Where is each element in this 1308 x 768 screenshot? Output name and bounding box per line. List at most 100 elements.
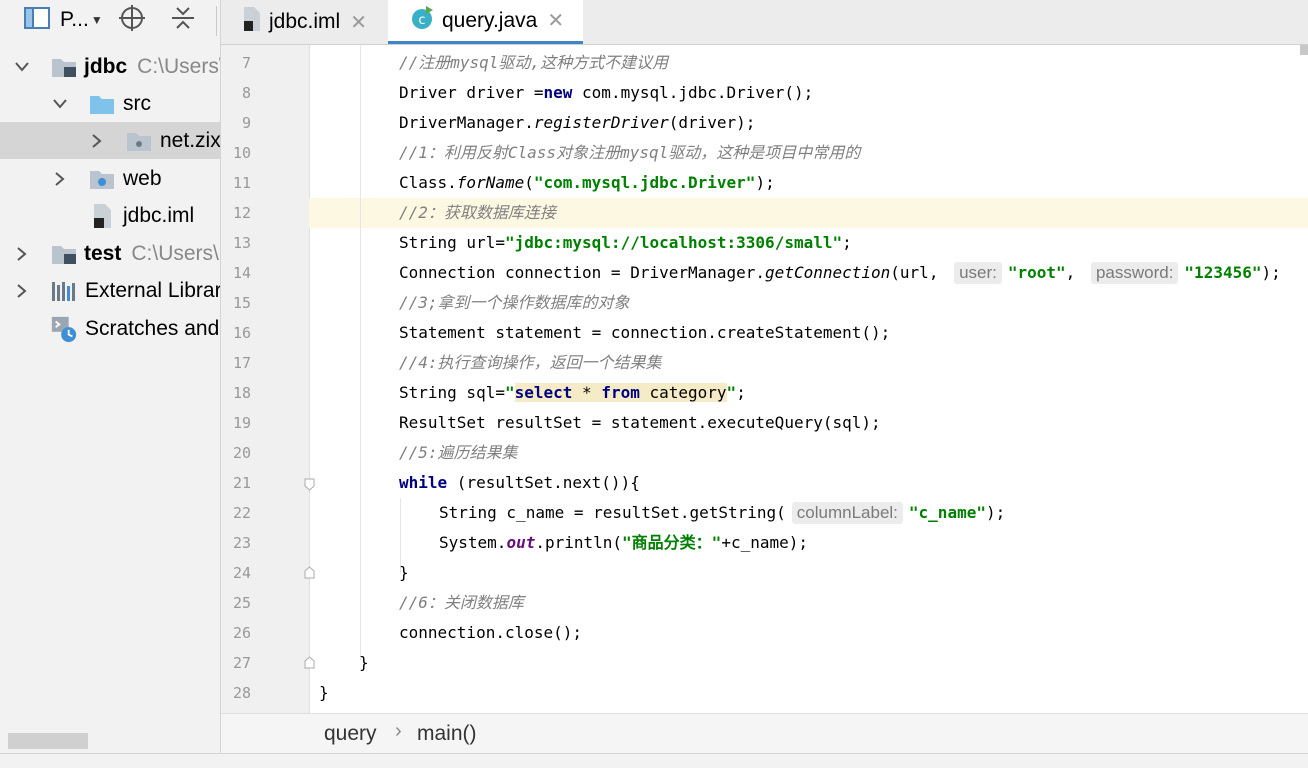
code-line-19: ResultSet resultSet = statement.executeQ…: [399, 413, 881, 432]
line-number: 24: [232, 564, 251, 582]
tree-item-jdbc-iml[interactable]: jdbc.iml: [0, 197, 220, 234]
code-line-8: Driver driver =new com.mysql.jdbc.Driver…: [399, 83, 814, 102]
code-line-27: }: [359, 653, 369, 672]
crosshair-icon: [118, 4, 146, 37]
param-hint-user: user:: [954, 262, 1002, 284]
chevron-right-icon[interactable]: [12, 244, 32, 264]
code-line-22: String c_name = resultSet.getString(colu…: [439, 502, 1006, 524]
line-number: 11: [232, 174, 251, 192]
tree-item-path: C:\Users\: [137, 54, 221, 78]
tree-item-label: web: [123, 166, 162, 190]
status-bar: [0, 753, 1308, 768]
iml-file-icon: [241, 6, 263, 38]
tree-item-test[interactable]: test C:\Users\: [0, 235, 220, 272]
tree-item-label: net.zixue: [160, 128, 221, 152]
line-number: 27: [232, 654, 251, 672]
chevron-down-icon[interactable]: [12, 57, 32, 77]
chevron-right-icon[interactable]: [50, 169, 70, 189]
code-line-7: //注册mysql驱动,这种方式不建议用: [399, 53, 669, 72]
tree-item-web[interactable]: web: [0, 160, 220, 197]
module-folder-icon: [50, 53, 78, 81]
collapse-all-icon: [170, 5, 196, 36]
libraries-icon: [50, 277, 78, 305]
code-line-17: //4:执行查询操作，返回一个结果集: [399, 353, 662, 372]
line-number: 14: [232, 264, 251, 282]
tree-item-net-zixue[interactable]: net.zixue: [0, 122, 220, 159]
param-hint-password: password:: [1090, 262, 1179, 284]
tree-item-src[interactable]: src: [0, 85, 220, 122]
fold-icon[interactable]: [304, 478, 315, 491]
line-number: 12: [232, 204, 251, 222]
line-number: 21: [232, 474, 251, 492]
code-line-14: Connection connection = DriverManager.ge…: [399, 262, 1281, 284]
tree-item-label: jdbc.iml: [123, 203, 195, 227]
breadcrumb: query › main(): [221, 713, 1308, 754]
tree-item-label: Scratches and Consoles: [85, 316, 220, 340]
code-line-18: String sql="select * from category";: [399, 383, 746, 402]
code-line-23: System.out.println("商品分类："+c_name);: [439, 533, 809, 552]
line-number: 22: [232, 504, 251, 522]
line-number: 9: [241, 114, 251, 132]
chevron-right-icon[interactable]: [87, 131, 107, 151]
line-number: 13: [232, 234, 251, 252]
tree-item-external-libraries[interactable]: External Libraries: [0, 272, 220, 309]
project-view-label: P...: [60, 8, 89, 31]
project-panel: P... ▼ jdbc C:\Users\ src net.zix web jd…: [0, 0, 221, 767]
vertical-scrollbar[interactable]: [1300, 45, 1308, 55]
line-number: 28: [232, 684, 251, 702]
editor-tab-bar: jdbc.iml ✕ c query.java ✕: [221, 0, 1308, 45]
code-line-15: //3;拿到一个操作数据库的对象: [399, 293, 630, 312]
scratches-icon: [50, 315, 78, 343]
chevron-down-icon: ▼: [90, 13, 103, 27]
code-line-28: }: [319, 683, 329, 702]
project-view-selector[interactable]: P... ▼: [24, 6, 103, 34]
source-folder-icon: [88, 90, 116, 118]
line-number: 20: [232, 444, 251, 462]
line-number: 26: [232, 624, 251, 642]
line-number: 10: [232, 144, 251, 162]
indent-guide: [360, 45, 361, 660]
package-icon: [125, 127, 153, 155]
code-editor[interactable]: 7 8 9 10 11 12 13 14 15 16 17 18 19 20 21 22 23 24 25 26 27 2…: [221, 45, 1308, 713]
line-number: 8: [241, 84, 251, 102]
code-line-25: //6：关闭数据库: [399, 593, 524, 612]
line-number: 17: [232, 354, 251, 372]
tree-item-jdbc[interactable]: jdbc C:\Users\: [0, 48, 220, 85]
horizontal-scrollbar[interactable]: [8, 733, 88, 749]
chevron-down-icon[interactable]: [50, 94, 70, 114]
toolbar-divider: [216, 6, 217, 36]
chevron-right-icon[interactable]: [12, 281, 32, 301]
code-line-21: while (resultSet.next()){: [399, 473, 640, 492]
close-icon[interactable]: ✕: [350, 10, 367, 35]
line-number: 7: [241, 54, 251, 72]
code-line-20: //5:遍历结果集: [399, 443, 518, 462]
project-view-icon: [24, 6, 50, 34]
tree-item-scratches[interactable]: Scratches and Consoles: [0, 310, 220, 347]
param-hint-column-label: columnLabel:: [791, 502, 903, 524]
line-number: 25: [232, 594, 251, 612]
close-icon[interactable]: ✕: [547, 8, 564, 33]
breadcrumb-item-method[interactable]: main(): [417, 722, 477, 746]
code-line-9: DriverManager.registerDriver(driver);: [399, 113, 756, 132]
tab-jdbc-iml[interactable]: jdbc.iml ✕: [221, 0, 386, 44]
breadcrumb-item-class[interactable]: query: [324, 722, 377, 746]
line-number: 18: [232, 384, 251, 402]
svg-text:c: c: [418, 13, 425, 28]
tree-item-label: test: [84, 241, 122, 265]
line-number: 15: [232, 294, 251, 312]
locate-file-button[interactable]: [118, 4, 146, 37]
code-line-12: //2：获取数据库连接: [399, 203, 556, 222]
tab-query-java[interactable]: c query.java ✕: [388, 0, 583, 44]
fold-icon[interactable]: [304, 566, 315, 579]
web-folder-icon: [88, 165, 116, 193]
code-line-11: Class.forName("com.mysql.jdbc.Driver");: [399, 173, 775, 192]
code-line-16: Statement statement = connection.createS…: [399, 323, 891, 342]
code-line-26: connection.close();: [399, 623, 583, 642]
tree-item-label: External Libraries: [85, 278, 221, 302]
line-number: 19: [232, 414, 251, 432]
project-toolbar: P... ▼: [0, 0, 220, 40]
code-line-24: }: [399, 563, 409, 582]
fold-icon[interactable]: [304, 656, 315, 669]
collapse-all-button[interactable]: [170, 6, 196, 34]
module-folder-icon: [50, 240, 78, 268]
